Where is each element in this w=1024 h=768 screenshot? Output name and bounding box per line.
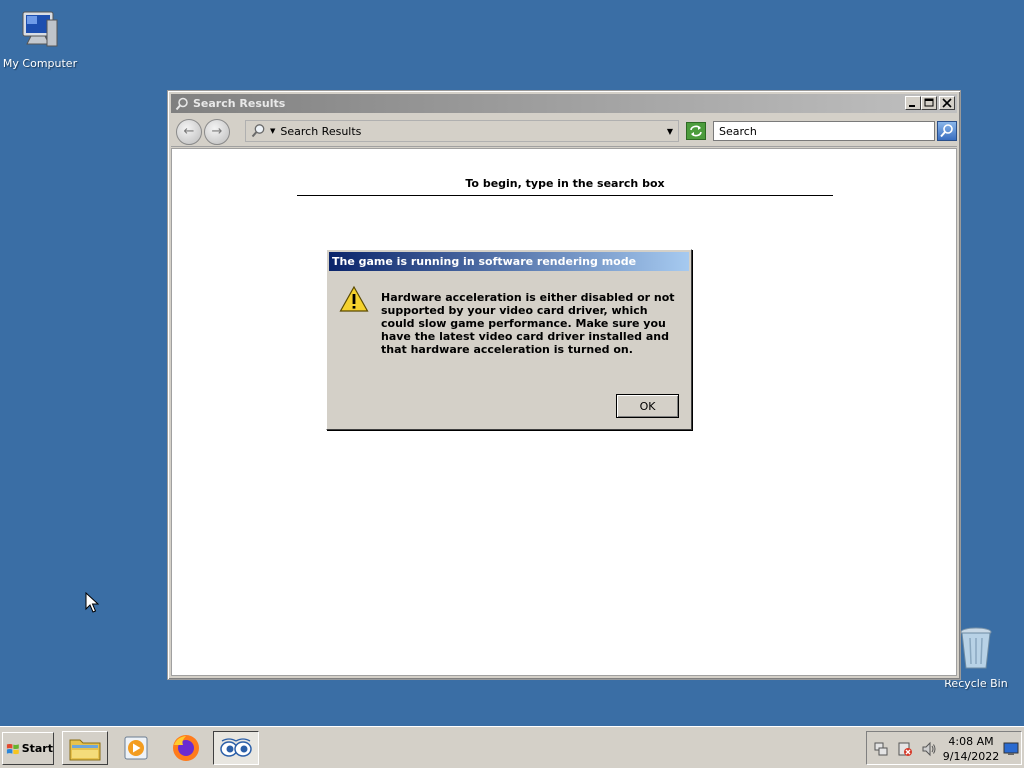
explorer-icon [69, 739, 101, 761]
volume-icon[interactable] [921, 741, 937, 757]
security-icon[interactable] [897, 741, 913, 757]
maximize-icon [924, 98, 934, 107]
window-titlebar[interactable]: Search Results [171, 94, 957, 113]
clock-date[interactable]: 9/14/2022 [941, 750, 1001, 763]
forward-button[interactable]: → [204, 119, 230, 145]
dialog-message: Hardware acceleration is either disabled… [381, 291, 675, 356]
display-icon[interactable] [1003, 741, 1019, 757]
refresh-button[interactable] [686, 122, 706, 140]
eyes-game-icon [220, 738, 252, 757]
recycle-bin-icon [960, 627, 992, 669]
close-button[interactable] [939, 96, 955, 110]
search-go-button[interactable] [937, 121, 957, 141]
desktop-icon-label: My Computer [2, 57, 78, 70]
refresh-icon [690, 125, 702, 137]
media-player-icon [124, 736, 148, 760]
search-icon [251, 124, 265, 138]
mouse-cursor-icon [85, 592, 99, 613]
minimize-icon [909, 105, 915, 107]
window-title: Search Results [193, 97, 286, 110]
quick-launch-firefox[interactable] [163, 731, 209, 765]
back-button[interactable]: ← [176, 119, 202, 145]
address-bar[interactable]: ▼ Search Results ▼ [245, 120, 679, 142]
window-controls [905, 96, 955, 110]
firefox-icon [173, 735, 199, 761]
network-icon[interactable] [873, 741, 889, 757]
quick-launch-media-player[interactable] [113, 731, 159, 765]
address-text: Search Results [280, 124, 362, 138]
search-hint: To begin, type in the search box [297, 177, 833, 196]
minimize-button[interactable] [905, 96, 921, 110]
breadcrumb-arrow-icon[interactable]: ▼ [270, 127, 275, 135]
taskbar: Start 4:08 AM 9/14/2022 [0, 726, 1024, 768]
system-tray: 4:08 AM 9/14/2022 [866, 731, 1022, 765]
search-input[interactable] [713, 121, 935, 141]
software-rendering-dialog: The game is running in software renderin… [326, 249, 692, 430]
forward-arrow-icon: → [211, 124, 223, 139]
start-label: Start [21, 742, 53, 755]
start-button[interactable]: Start [2, 732, 54, 765]
desktop-icon-my-computer[interactable]: My Computer [0, 8, 80, 70]
back-arrow-icon: ← [183, 124, 195, 139]
warning-icon [339, 285, 369, 312]
dialog-title[interactable]: The game is running in software renderin… [329, 252, 689, 271]
close-icon [942, 98, 952, 108]
windows-logo-icon [6, 743, 19, 754]
clock-time[interactable]: 4:08 AM [941, 735, 1001, 748]
taskbar-game-button[interactable] [213, 731, 259, 765]
computer-icon [22, 11, 58, 47]
quick-launch-explorer[interactable] [62, 731, 108, 765]
address-dropdown-icon[interactable]: ▼ [662, 127, 678, 136]
maximize-button[interactable] [921, 96, 937, 110]
ok-button[interactable]: OK [616, 394, 679, 418]
explorer-toolbar: ← → ▼ Search Results ▼ [171, 115, 957, 147]
search-icon [940, 124, 953, 138]
search-icon [175, 97, 188, 110]
